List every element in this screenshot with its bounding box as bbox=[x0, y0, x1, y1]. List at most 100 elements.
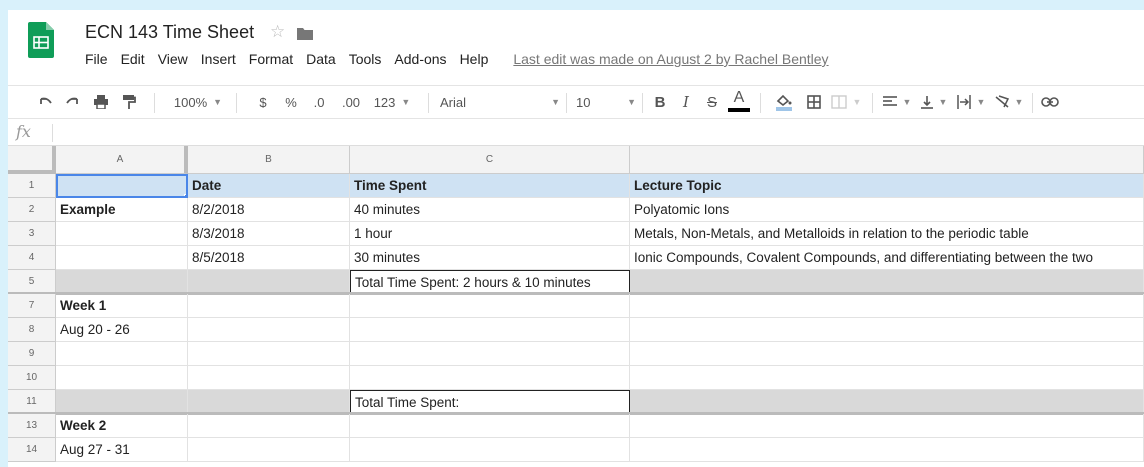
paint-format-icon[interactable] bbox=[118, 90, 140, 114]
cell-a10[interactable] bbox=[56, 366, 188, 390]
menu-format[interactable]: Format bbox=[249, 51, 293, 67]
bold-button[interactable]: B bbox=[650, 90, 670, 114]
currency-format-button[interactable]: $ bbox=[254, 90, 272, 114]
zoom-select[interactable]: 100% ▼ bbox=[168, 90, 228, 114]
row-number[interactable]: 9 bbox=[8, 342, 56, 366]
menu-data[interactable]: Data bbox=[306, 51, 336, 67]
cell-b7[interactable] bbox=[188, 294, 350, 318]
cell-a2[interactable]: Example bbox=[56, 198, 188, 222]
cell-a8[interactable]: Aug 20 - 26 bbox=[56, 318, 188, 342]
borders-icon[interactable] bbox=[804, 90, 824, 114]
cell-d10[interactable] bbox=[630, 366, 1144, 390]
menu-help[interactable]: Help bbox=[460, 51, 489, 67]
cell-b3[interactable]: 8/3/2018 bbox=[188, 222, 350, 246]
cell-b2[interactable]: 8/2/2018 bbox=[188, 198, 350, 222]
row-number[interactable]: 5 bbox=[8, 270, 56, 294]
decrease-decimal-button[interactable]: .0 bbox=[306, 90, 332, 114]
star-icon[interactable]: ☆ bbox=[270, 22, 285, 42]
formula-input[interactable] bbox=[60, 124, 1140, 142]
cell-c8[interactable] bbox=[350, 318, 630, 342]
cell-a4[interactable] bbox=[56, 246, 188, 270]
italic-button[interactable]: I bbox=[676, 90, 696, 114]
cell-c5[interactable]: Total Time Spent: 2 hours & 10 minutes bbox=[350, 270, 630, 294]
increase-decimal-button[interactable]: .00 bbox=[335, 90, 367, 114]
vertical-align-icon[interactable]: ▼ bbox=[918, 90, 950, 114]
cell-d7[interactable] bbox=[630, 294, 1144, 318]
cell-c2[interactable]: 40 minutes bbox=[350, 198, 630, 222]
menu-file[interactable]: File bbox=[85, 51, 108, 67]
last-edit-link[interactable]: Last edit was made on August 2 by Rachel… bbox=[513, 51, 828, 67]
row-number[interactable]: 7 bbox=[8, 294, 56, 318]
cell-d8[interactable] bbox=[630, 318, 1144, 342]
insert-link-icon[interactable] bbox=[1038, 90, 1062, 114]
row-number[interactable]: 10 bbox=[8, 366, 56, 390]
cell-a1[interactable] bbox=[56, 174, 188, 198]
cell-d9[interactable] bbox=[630, 342, 1144, 366]
cell-b11[interactable] bbox=[188, 390, 350, 414]
column-header-b[interactable]: B bbox=[188, 146, 350, 174]
column-header-a[interactable]: A bbox=[56, 146, 188, 174]
font-size-select[interactable]: 10 ▼ bbox=[576, 90, 636, 114]
merge-cells-icon[interactable]: ▼ bbox=[830, 90, 862, 114]
row-number[interactable]: 3 bbox=[8, 222, 56, 246]
cell-a14[interactable]: Aug 27 - 31 bbox=[56, 438, 188, 462]
more-formats-select[interactable]: 123 ▼ bbox=[370, 90, 414, 114]
cell-b1[interactable]: Date bbox=[188, 174, 350, 198]
fill-color-icon[interactable] bbox=[772, 90, 796, 114]
menu-view[interactable]: View bbox=[158, 51, 188, 67]
row-number[interactable]: 2 bbox=[8, 198, 56, 222]
cell-d2[interactable]: Polyatomic Ions bbox=[630, 198, 1144, 222]
cell-c14[interactable] bbox=[350, 438, 630, 462]
cell-a9[interactable] bbox=[56, 342, 188, 366]
text-wrap-icon[interactable]: ▼ bbox=[954, 90, 988, 114]
cell-c1[interactable]: Time Spent bbox=[350, 174, 630, 198]
cell-b13[interactable] bbox=[188, 414, 350, 438]
menu-tools[interactable]: Tools bbox=[349, 51, 382, 67]
row-number[interactable]: 14 bbox=[8, 438, 56, 462]
row-number[interactable]: 13 bbox=[8, 414, 56, 438]
cell-a3[interactable] bbox=[56, 222, 188, 246]
sheets-logo-icon[interactable] bbox=[28, 22, 54, 58]
row-number[interactable]: 4 bbox=[8, 246, 56, 270]
percent-format-button[interactable]: % bbox=[282, 90, 300, 114]
menu-addons[interactable]: Add-ons bbox=[394, 51, 446, 67]
cell-c3[interactable]: 1 hour bbox=[350, 222, 630, 246]
font-select[interactable]: Arial ▼ bbox=[440, 90, 560, 114]
row-number[interactable]: 1 bbox=[8, 174, 56, 198]
cell-c13[interactable] bbox=[350, 414, 630, 438]
undo-icon[interactable] bbox=[34, 90, 56, 114]
print-icon[interactable] bbox=[90, 90, 112, 114]
redo-icon[interactable] bbox=[62, 90, 84, 114]
cell-d11[interactable] bbox=[630, 390, 1144, 414]
row-number[interactable]: 8 bbox=[8, 318, 56, 342]
cell-a7[interactable]: Week 1 bbox=[56, 294, 188, 318]
cell-b10[interactable] bbox=[188, 366, 350, 390]
menu-insert[interactable]: Insert bbox=[201, 51, 236, 67]
cell-a5[interactable] bbox=[56, 270, 188, 294]
menu-edit[interactable]: Edit bbox=[121, 51, 145, 67]
cell-b8[interactable] bbox=[188, 318, 350, 342]
cell-b14[interactable] bbox=[188, 438, 350, 462]
cell-d1[interactable]: Lecture Topic bbox=[630, 174, 1144, 198]
cell-d5[interactable] bbox=[630, 270, 1144, 294]
cell-d4[interactable]: Ionic Compounds, Covalent Compounds, and… bbox=[630, 246, 1144, 270]
cell-c4[interactable]: 30 minutes bbox=[350, 246, 630, 270]
column-header-c[interactable]: C bbox=[350, 146, 630, 174]
strikethrough-button[interactable]: S bbox=[702, 90, 722, 114]
cell-a13[interactable]: Week 2 bbox=[56, 414, 188, 438]
cell-a11[interactable] bbox=[56, 390, 188, 414]
cell-c9[interactable] bbox=[350, 342, 630, 366]
folder-icon[interactable] bbox=[297, 27, 313, 40]
align-left-icon[interactable]: ▼ bbox=[880, 90, 914, 114]
cell-c11[interactable]: Total Time Spent: bbox=[350, 390, 630, 414]
cell-c10[interactable] bbox=[350, 366, 630, 390]
text-rotation-icon[interactable]: ▼ bbox=[992, 90, 1026, 114]
cell-b9[interactable] bbox=[188, 342, 350, 366]
cell-d14[interactable] bbox=[630, 438, 1144, 462]
text-color-button[interactable]: A bbox=[728, 88, 750, 112]
cell-c7[interactable] bbox=[350, 294, 630, 318]
select-all-corner[interactable] bbox=[8, 146, 56, 174]
cell-b4[interactable]: 8/5/2018 bbox=[188, 246, 350, 270]
cell-b5[interactable] bbox=[188, 270, 350, 294]
column-header-d[interactable] bbox=[630, 146, 1144, 174]
